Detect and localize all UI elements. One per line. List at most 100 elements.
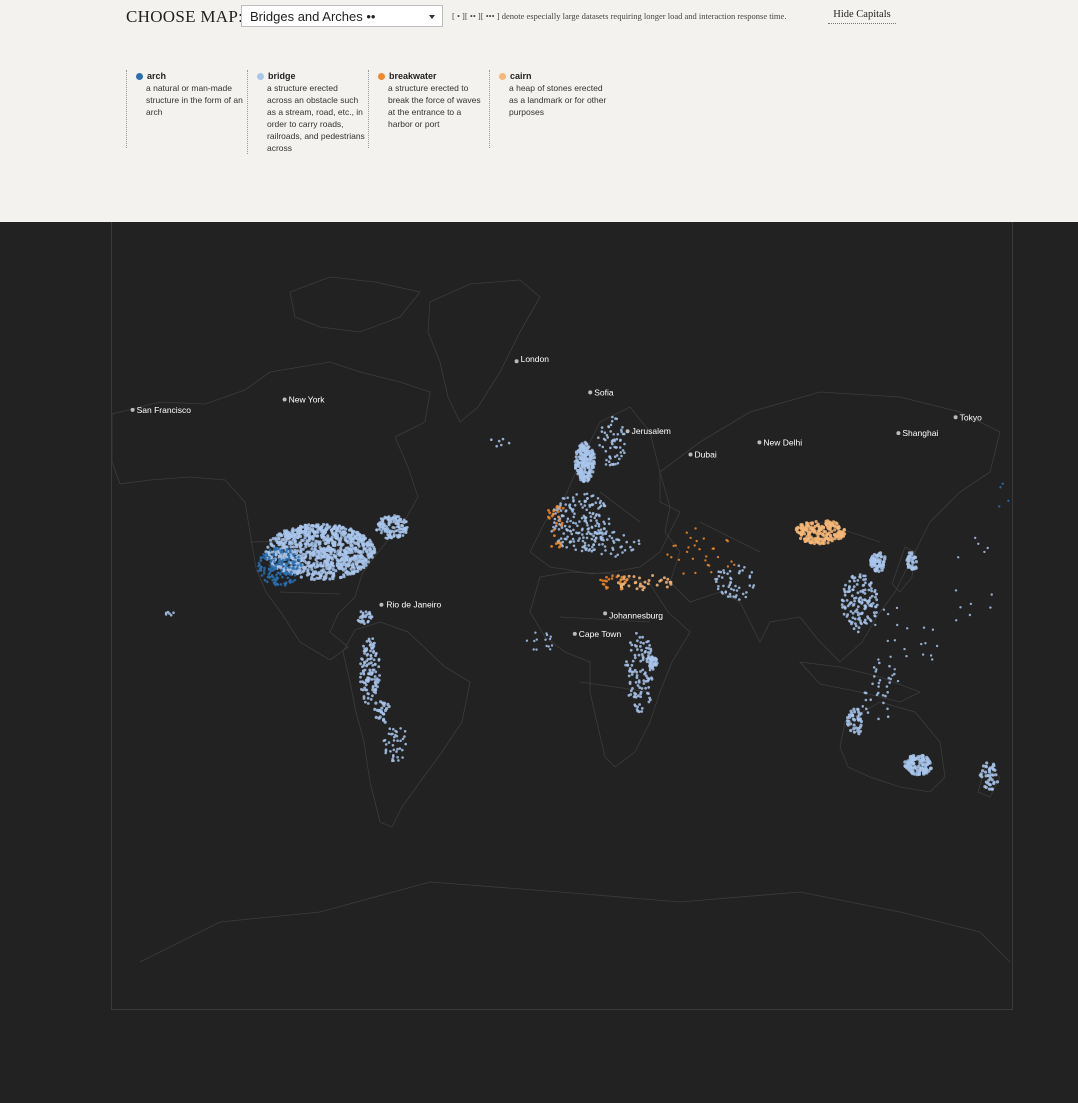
world-map[interactable]: San Francisco New York London Sofia Jerusale… [0, 222, 1078, 1103]
structure-point [715, 580, 718, 583]
structure-point [584, 470, 588, 474]
structure-point [583, 467, 587, 471]
structure-point [401, 737, 405, 741]
structure-point [388, 532, 392, 536]
structure-point [293, 539, 297, 543]
structure-point [398, 747, 402, 750]
structure-point [693, 544, 696, 547]
structure-point [716, 555, 720, 559]
structure-point [859, 723, 863, 727]
structure-point [556, 510, 560, 514]
structure-point [604, 549, 607, 552]
structure-point [601, 543, 604, 546]
structure-point [650, 665, 654, 670]
structure-point [342, 560, 346, 564]
structure-point [607, 460, 611, 463]
structure-point [811, 540, 815, 544]
structure-point [507, 441, 511, 445]
structure-point [279, 583, 283, 586]
structure-point [325, 523, 329, 527]
structure-point [868, 596, 872, 600]
structure-point [592, 456, 597, 460]
structure-point [317, 542, 321, 546]
structure-point [281, 550, 285, 554]
structure-point [550, 545, 553, 548]
structure-point [630, 673, 634, 676]
structure-point [659, 578, 663, 582]
structure-point [647, 678, 650, 682]
structure-point [568, 540, 572, 543]
structure-point [916, 755, 920, 759]
structure-point [602, 503, 606, 507]
structure-point [985, 761, 989, 765]
structure-point [374, 684, 377, 688]
structure-point [618, 581, 622, 584]
structure-point [974, 536, 977, 540]
structure-point [311, 553, 315, 557]
structure-point [644, 671, 647, 675]
map-panel[interactable]: San Francisco New York London Sofia Jerusale… [0, 222, 1078, 1103]
structure-point [864, 581, 867, 585]
structure-point [563, 524, 567, 528]
structure-point [694, 527, 697, 530]
structure-point [893, 639, 897, 642]
structure-point [583, 546, 587, 550]
structure-point [685, 531, 688, 534]
structure-point [311, 544, 315, 548]
structure-point [886, 707, 889, 711]
structure-point [809, 525, 813, 529]
legend-description: a structure erected to break the force o… [388, 83, 481, 129]
structure-point [605, 580, 608, 583]
structure-point [326, 553, 330, 557]
structure-point [905, 655, 908, 658]
capital-label: Jerusalem [632, 426, 671, 436]
structure-point [994, 773, 998, 777]
structure-point [599, 499, 602, 503]
structure-point [576, 449, 580, 453]
structure-point [404, 742, 408, 746]
structure-point [558, 506, 562, 510]
structure-point [590, 537, 594, 541]
structure-point [608, 463, 612, 467]
legend-name: arch [147, 71, 167, 81]
structure-point [298, 528, 302, 532]
structure-point [880, 568, 884, 572]
structure-point [921, 653, 925, 656]
structure-point [353, 554, 357, 559]
structure-point [842, 587, 846, 591]
structure-point [638, 576, 641, 580]
structure-point [704, 559, 707, 562]
structure-point [310, 528, 314, 532]
structure-point [855, 608, 859, 611]
capital-label: Shanghai [902, 428, 938, 438]
outline-australia [839, 701, 946, 793]
structure-point [304, 552, 308, 556]
structure-point [345, 558, 349, 562]
hide-capitals-button[interactable]: Hide Capitals [828, 9, 896, 24]
structure-point [377, 657, 381, 661]
structure-point [344, 546, 348, 550]
structure-point [331, 541, 335, 545]
structure-point [886, 612, 890, 616]
capital-label: New York [289, 395, 326, 405]
structure-point [395, 525, 399, 529]
map-select-dropdown[interactable]: Bridges and Arches •• [241, 5, 443, 27]
structure-point [650, 662, 654, 666]
structure-point [370, 656, 373, 660]
structure-point [574, 463, 578, 467]
structure-point [992, 781, 996, 786]
structure-point [799, 536, 803, 540]
structure-point [727, 585, 731, 588]
structure-point [328, 525, 332, 529]
structure-point [745, 591, 748, 594]
structure-point [347, 528, 352, 532]
structure-point [981, 769, 985, 773]
structure-point [851, 717, 856, 721]
structure-point [875, 668, 878, 671]
structure-point [695, 539, 698, 543]
structure-point [328, 577, 332, 581]
legend-swatch [257, 72, 264, 80]
structure-point [854, 624, 858, 628]
structure-point [602, 520, 605, 524]
structure-point [341, 530, 345, 534]
